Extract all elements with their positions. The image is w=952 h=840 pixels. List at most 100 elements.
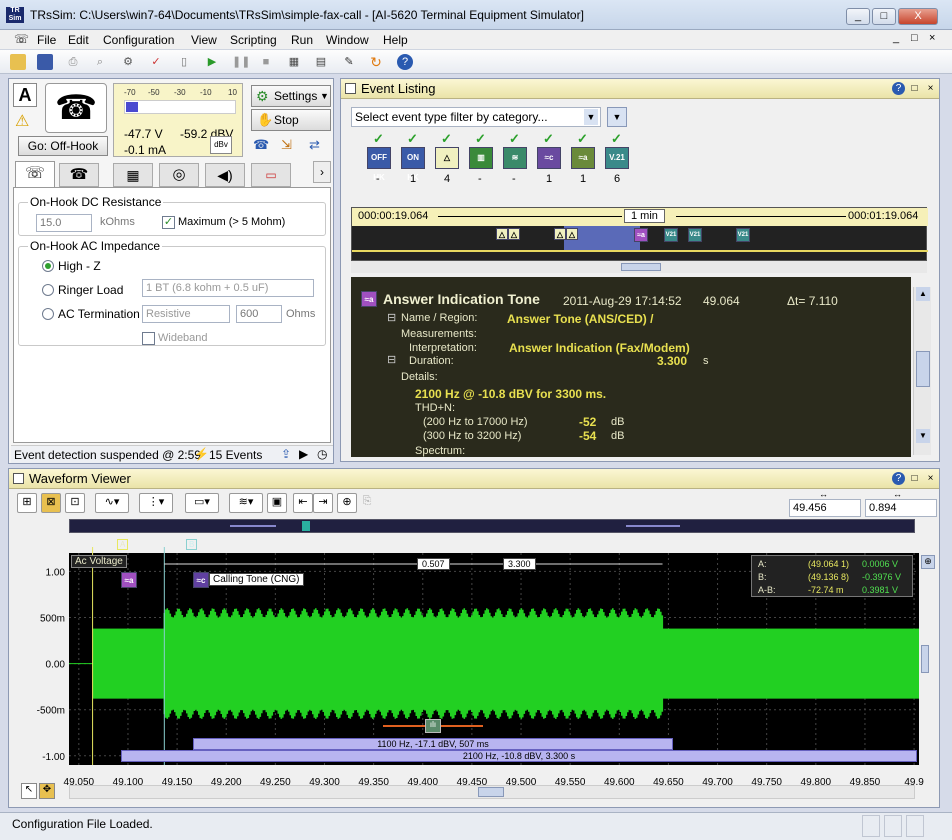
swap-icon[interactable]: ⇄ <box>309 137 320 153</box>
spectrum-marker-icon[interactable]: ılı <box>425 719 441 733</box>
waveform-style-icon[interactable]: ∿▾ <box>95 493 129 513</box>
wideband-checkbox[interactable] <box>142 332 155 345</box>
panel-maximize-icon[interactable]: □ <box>908 82 921 95</box>
tab-phone[interactable]: ☏ <box>15 161 55 188</box>
export-events-icon[interactable]: ⇪ <box>281 447 291 461</box>
menu-view[interactable]: View <box>191 33 217 47</box>
menu-run[interactable]: Run <box>291 33 313 47</box>
event-category-button[interactable]: ON HK <box>401 147 425 182</box>
help-icon[interactable]: ? <box>892 82 905 95</box>
export-icon[interactable]: ⇲ <box>281 137 292 153</box>
detail-scroll-thumb[interactable] <box>916 351 930 387</box>
settings-dropdown-button[interactable]: ⚙ Settings ▼ <box>251 85 331 107</box>
termination-ohms-input[interactable]: 600 <box>236 305 282 323</box>
pan-tool-icon[interactable]: ✥ <box>39 783 55 799</box>
calling-tone-marker-icon[interactable]: ≈c <box>193 572 209 588</box>
zoom-y-icon[interactable]: ⊡ <box>65 493 85 513</box>
play-events-icon[interactable]: ▶ <box>299 447 308 461</box>
menu-scripting[interactable]: Scripting <box>230 33 277 47</box>
answer-tone-marker-icon[interactable]: ≈a <box>121 572 137 588</box>
mdi-restore-button[interactable]: □ <box>911 32 918 44</box>
tone-bar-ans[interactable]: 2100 Hz, -10.8 dBV, 3.300 s <box>121 750 917 762</box>
panel-close-icon[interactable]: × <box>924 82 937 95</box>
termination-type-select[interactable]: Resistive <box>142 305 230 323</box>
timeline-event-marker[interactable]: △ <box>508 228 520 240</box>
new-document-icon[interactable]: ▯ <box>176 54 192 70</box>
vertical-scroll-thumb[interactable] <box>921 645 929 673</box>
event-category-button[interactable]: OFF HK <box>367 147 391 182</box>
timeline-scroll-thumb[interactable] <box>621 263 661 271</box>
cursor-a-flag[interactable]: A <box>117 539 129 550</box>
checklist-icon[interactable]: ✓ <box>148 54 164 70</box>
event-category-button[interactable]: △ <box>435 147 459 169</box>
script-icon[interactable]: ✎ <box>341 54 357 70</box>
maximum-checkbox[interactable]: ✓ <box>162 216 175 229</box>
timeline-scrollbar[interactable] <box>351 261 927 273</box>
ringer-load-select[interactable]: 1 BT (6.8 kohm + 0.5 uF) <box>142 279 314 297</box>
expand-icon[interactable]: ⊕ <box>921 555 935 569</box>
grid-options-icon[interactable]: ⋮▾ <box>139 493 173 513</box>
event-category-button[interactable]: ≈a <box>571 147 595 169</box>
run-play-icon[interactable]: ▶ <box>204 54 220 70</box>
mdi-minimize-button[interactable]: _ <box>893 32 899 44</box>
event-category-button[interactable]: ▥ <box>469 147 493 169</box>
overlay-icon[interactable]: ▣ <box>267 493 287 513</box>
menu-edit[interactable]: Edit <box>68 33 89 47</box>
save-icon[interactable] <box>37 54 53 70</box>
timeline-event-marker[interactable]: △ <box>496 228 508 240</box>
event-category-button[interactable]: ≋ <box>503 147 527 169</box>
close-button[interactable]: X <box>898 8 938 25</box>
tab-scroll-right-icon[interactable]: › <box>313 161 331 183</box>
export-icon[interactable]: ⎘ <box>359 493 375 513</box>
menu-file[interactable]: File <box>37 33 56 47</box>
timeline-event-marker[interactable]: V21 <box>688 228 702 242</box>
cursor-b-flag[interactable]: B <box>186 539 198 550</box>
stop-button[interactable]: ✋ Stop <box>251 109 331 131</box>
tab-handset[interactable]: ☎ <box>59 163 99 187</box>
event-filter-select[interactable]: Select event type filter by category... … <box>351 107 601 127</box>
tone-bar-cng[interactable]: 1100 Hz, -17.1 dBV, 507 ms <box>193 738 673 750</box>
stop-square-icon[interactable]: ■ <box>258 54 274 70</box>
dc-resistance-input[interactable]: 15.0 <box>36 214 92 232</box>
print-icon[interactable]: ⎙ <box>65 54 81 70</box>
notepad-icon[interactable]: ▤ <box>313 54 329 70</box>
settings-gear-icon[interactable]: ⚙ <box>120 54 136 70</box>
ringer-load-radio[interactable] <box>42 284 54 296</box>
detail-scrollbar[interactable]: ▲ ▼ <box>913 287 931 455</box>
cursor-left-icon[interactable]: ⇤ <box>293 493 313 513</box>
dbv-unit-button[interactable]: dBv <box>210 136 232 154</box>
waveform-hscroll[interactable] <box>69 785 915 799</box>
menu-app-icon[interactable]: ☏ <box>14 32 29 46</box>
menu-help[interactable]: Help <box>383 33 408 47</box>
panel-maximize-icon[interactable]: □ <box>908 472 921 485</box>
grid-icon[interactable]: ▦ <box>286 54 302 70</box>
pointer-tool-icon[interactable]: ↖ <box>21 783 37 799</box>
timeline-event-marker[interactable]: V21 <box>664 228 678 242</box>
timeline-event-marker[interactable]: △ <box>554 228 566 240</box>
spectrum-icon[interactable]: ≋▾ <box>229 493 263 513</box>
tab-dial[interactable]: ◎ <box>159 163 199 187</box>
tab-speaker[interactable]: ◀) <box>205 163 245 187</box>
time-span-input[interactable]: 0.894 <box>865 499 937 517</box>
go-off-hook-button[interactable]: Go: Off-Hook <box>18 136 108 156</box>
mdi-close-button[interactable]: × <box>929 32 935 44</box>
cursor-right-icon[interactable]: ⇥ <box>313 493 333 513</box>
panel-close-icon[interactable]: × <box>924 472 937 485</box>
overview-cursor[interactable] <box>302 521 310 531</box>
phone-dial-icon[interactable]: ☎ <box>253 137 269 153</box>
menu-window[interactable]: Window <box>326 33 369 47</box>
add-marker-icon[interactable]: ⊕ <box>337 493 357 513</box>
timeline-event-marker[interactable]: V21 <box>736 228 750 242</box>
help-icon[interactable]: ? <box>892 472 905 485</box>
high-z-radio[interactable] <box>42 260 54 272</box>
filter-options-button[interactable]: ▼ <box>607 107 627 127</box>
measure-icon[interactable]: ▭▾ <box>185 493 219 513</box>
print-preview-icon[interactable]: ⌕ <box>92 54 108 70</box>
time-position-input[interactable]: 49.456 <box>789 499 861 517</box>
tab-signal[interactable]: ▭ <box>251 163 291 187</box>
scroll-up-icon[interactable]: ▲ <box>916 287 930 301</box>
help-icon[interactable]: ? <box>397 54 413 70</box>
collapse-icon[interactable]: ⊟ <box>387 353 396 366</box>
pause-icon[interactable]: ❚❚ <box>232 54 250 70</box>
open-folder-icon[interactable] <box>10 54 26 70</box>
